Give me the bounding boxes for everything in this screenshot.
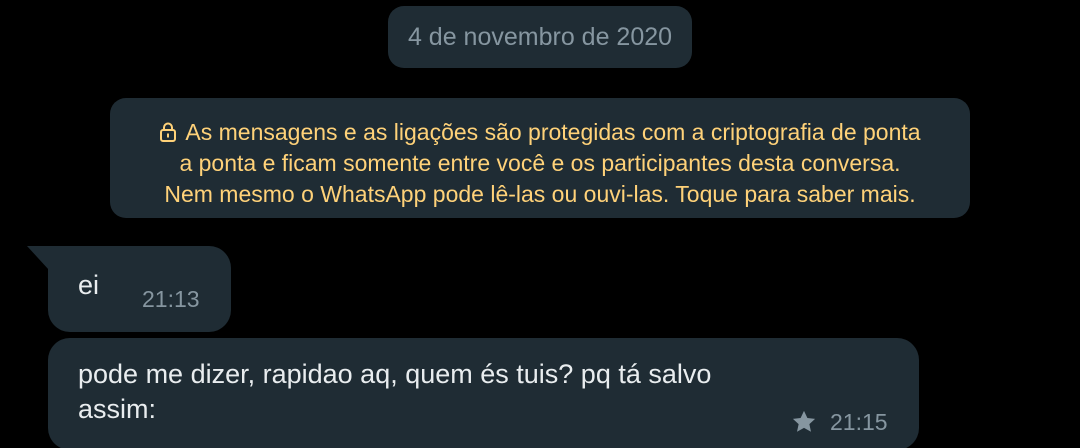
encryption-notice-line-1: As mensagens e as ligações são protegida… [110, 117, 970, 148]
message-bubble[interactable]: pode me dizer, rapidao aq, quem és tuis?… [48, 338, 919, 448]
bubble-tail [27, 246, 49, 270]
encryption-notice[interactable]: As mensagens e as ligações são protegida… [110, 98, 970, 218]
message-text-line: pode me dizer, rapidao aq, quem és tuis?… [78, 359, 712, 389]
chat-conversation[interactable]: 4 de novembro de 2020 As mensagens e as … [0, 0, 1080, 448]
message-bubble[interactable]: ei 21:13 [48, 246, 231, 332]
encryption-notice-line-2: a ponta e ficam somente entre você e os … [179, 150, 901, 176]
date-separator: 4 de novembro de 2020 [388, 6, 692, 68]
star-icon [792, 410, 816, 432]
lock-icon [160, 122, 177, 142]
message-text: ei [78, 270, 100, 300]
encryption-notice-line-3: Nem mesmo o WhatsApp pode lê-las ou ouvi… [164, 181, 916, 207]
date-label: 4 de novembro de 2020 [407, 22, 673, 51]
message-text-line: assim: [78, 394, 157, 424]
message-time: 21:13 [142, 286, 200, 312]
message-time: 21:15 [830, 409, 888, 435]
message-text: pode me dizer, rapidao aq, quem és tuis?… [78, 357, 711, 427]
